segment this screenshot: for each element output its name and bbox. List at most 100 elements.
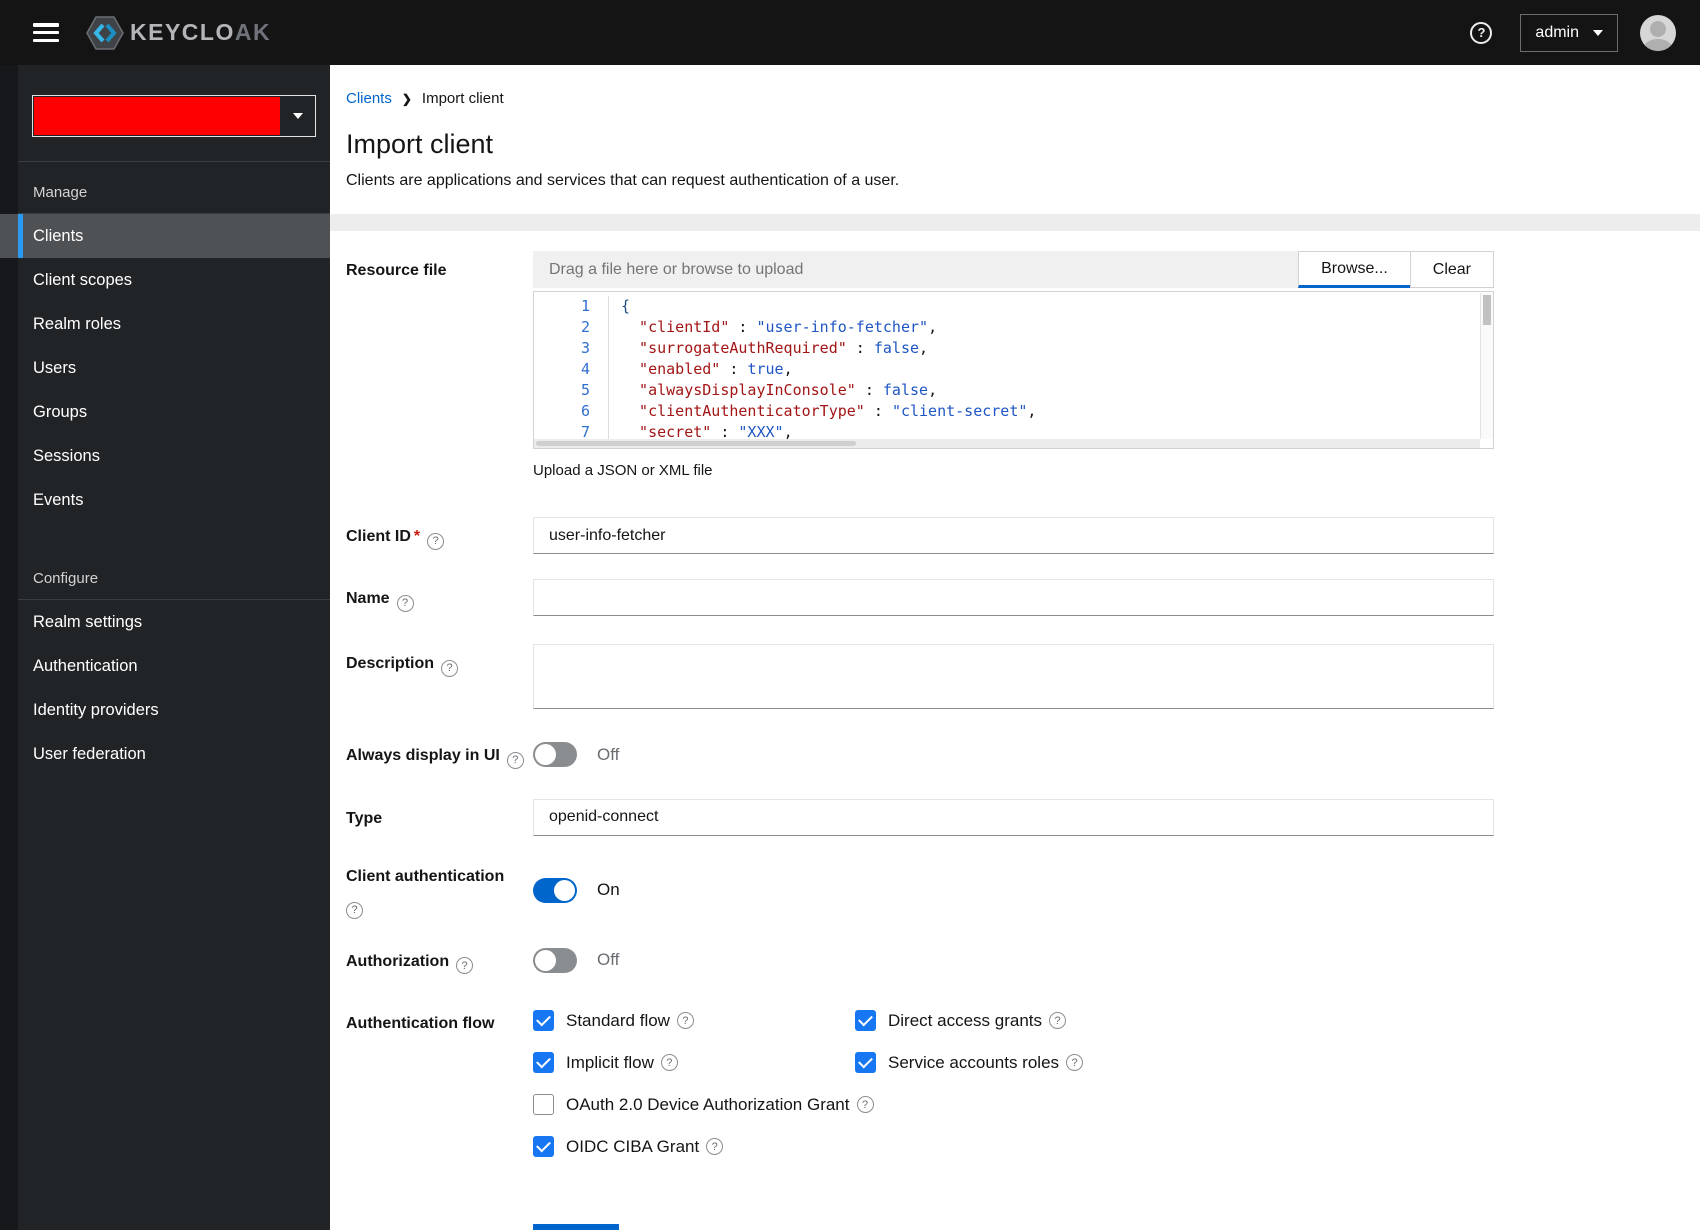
sidebar-item-authentication[interactable]: Authentication — [18, 644, 330, 688]
checkbox-label: Implicit flow — [566, 1052, 654, 1072]
sidebar-item-realm-roles[interactable]: Realm roles — [18, 302, 330, 346]
breadcrumb-clients-link[interactable]: Clients — [346, 90, 392, 107]
nav-section-title: Manage — [33, 184, 88, 201]
sidebar-item-sessions[interactable]: Sessions — [18, 434, 330, 478]
save-button[interactable]: Save — [533, 1224, 620, 1230]
chevron-down-icon — [281, 96, 315, 136]
editor-vertical-scrollbar[interactable] — [1480, 293, 1493, 439]
keycloak-hexagon-icon — [86, 15, 124, 50]
help-icon[interactable]: ? — [427, 532, 445, 550]
help-icon[interactable]: ? — [1049, 1012, 1066, 1030]
code-editor[interactable]: 1{2 "clientId" : "user-info-fetcher", 3 "… — [533, 291, 1494, 449]
file-upload-group: Browse... Clear — [533, 251, 1494, 288]
sidebar-item-identity-providers[interactable]: Identity providers — [18, 688, 330, 732]
sidebar-item-realm-settings[interactable]: Realm settings — [18, 600, 330, 644]
upload-helper-text: Upload a JSON or XML file — [533, 462, 713, 479]
help-icon[interactable]: ? — [856, 1096, 874, 1114]
checkbox-label: Direct access grants — [888, 1010, 1042, 1030]
client-auth-toggle[interactable] — [533, 877, 577, 903]
sidebar-item-user-federation[interactable]: User federation — [18, 732, 330, 776]
help-icon[interactable]: ? — [1066, 1054, 1084, 1072]
help-icon[interactable]: ? — [676, 1012, 694, 1030]
checkbox-service-accounts-roles[interactable]: Service accounts roles? — [855, 1052, 1494, 1074]
avatar[interactable] — [1640, 14, 1676, 51]
checkbox-oidc-ciba-grant[interactable]: OIDC CIBA Grant? — [533, 1136, 1494, 1158]
app-window: KEYCLOAK ? admin Manage Clients Client sco… — [0, 0, 1700, 1230]
checkbox-checked-icon[interactable] — [855, 1052, 876, 1074]
help-icon[interactable]: ? — [706, 1138, 724, 1156]
breadcrumb-current: Import client — [421, 90, 504, 107]
sidebar-item-client-scopes[interactable]: Client scopes — [18, 258, 330, 302]
section-divider — [330, 214, 1700, 231]
auth-flow-row: Authentication flow Standard flow? Direct… — [346, 1004, 1700, 1158]
brand-text: KEYCLOAK — [130, 19, 272, 45]
help-icon[interactable]: ? — [346, 901, 363, 919]
realm-name-redacted — [34, 97, 280, 135]
clear-button[interactable]: Clear — [1409, 251, 1494, 288]
sidebar-item-clients[interactable]: Clients — [0, 214, 330, 258]
user-dropdown[interactable]: admin — [1520, 13, 1618, 52]
resource-file-row: Resource file Browse... Clear 1{2 "clien… — [346, 251, 1700, 517]
client-id-row: Client ID *? — [346, 517, 1700, 554]
checkbox-implicit-flow[interactable]: Implicit flow? — [533, 1052, 855, 1074]
breadcrumb: Clients ❯ Import client — [346, 90, 1660, 107]
help-icon[interactable]: ? — [506, 751, 524, 769]
authorization-row: Authorization? Off — [346, 942, 1700, 975]
sidebar-item-groups[interactable]: Groups — [18, 390, 330, 434]
chevron-right-icon: ❯ — [401, 91, 412, 106]
nav-sections: Manage Clients Client scopes Realm roles Use… — [0, 162, 330, 776]
name-input[interactable] — [533, 579, 1494, 616]
checkbox-checked-icon[interactable] — [855, 1010, 876, 1032]
checkbox-label: Standard flow — [566, 1010, 670, 1030]
checkbox-unchecked-icon[interactable] — [533, 1094, 554, 1116]
checkbox-checked-icon[interactable] — [533, 1052, 554, 1074]
name-label: Name? — [346, 579, 533, 616]
authorization-toggle[interactable] — [533, 947, 577, 973]
checkbox-label: OIDC CIBA Grant — [566, 1136, 700, 1156]
checkbox-checked-icon[interactable] — [533, 1136, 554, 1158]
sidebar-item-users[interactable]: Users — [18, 346, 330, 390]
toggle-state-label: Off — [597, 950, 620, 970]
sidebar: Manage Clients Client scopes Realm roles Use… — [0, 65, 330, 1230]
help-icon[interactable]: ? — [396, 594, 414, 612]
type-label: Type — [346, 809, 383, 827]
checkbox-checked-icon[interactable] — [533, 1010, 554, 1032]
form-actions: Save Cancel — [533, 1224, 1700, 1230]
toggle-state-label: On — [597, 880, 620, 900]
browse-button[interactable]: Browse... — [1298, 251, 1410, 288]
nav-section-title: Configure — [33, 570, 99, 587]
required-asterisk: * — [413, 528, 421, 545]
always-display-toggle[interactable] — [533, 742, 577, 768]
line-number: 6 — [534, 401, 609, 422]
client-auth-row: Client authentication ? On — [346, 857, 1700, 919]
code-line: 4 "enabled" : true, — [534, 359, 1493, 380]
help-icon[interactable]: ? — [456, 957, 474, 975]
name-row: Name? — [346, 579, 1700, 616]
checkbox-label: OAuth 2.0 Device Authorization Grant — [566, 1094, 850, 1114]
page-header: Clients ❯ Import client Import client Cl… — [330, 65, 1700, 190]
checkbox-direct-access-grants[interactable]: Direct access grants? — [855, 1010, 1494, 1032]
sidebar-item-events[interactable]: Events — [18, 478, 330, 522]
hamburger-menu-icon[interactable] — [33, 23, 59, 42]
auth-flow-label: Authentication flow — [346, 1015, 495, 1033]
main-content: Clients ❯ Import client Import client Cl… — [330, 65, 1700, 1230]
help-icon[interactable]: ? — [441, 659, 459, 677]
help-icon[interactable]: ? — [660, 1054, 678, 1072]
line-number: 1 — [534, 296, 609, 317]
keycloak-logo: KEYCLOAK — [86, 15, 271, 51]
client-id-label: Client ID *? — [346, 517, 533, 554]
page-title: Import client — [346, 129, 494, 159]
type-input[interactable] — [533, 798, 1494, 836]
realm-selector[interactable] — [32, 95, 316, 137]
resource-file-label: Resource file — [346, 262, 447, 279]
editor-horizontal-scrollbar[interactable] — [534, 439, 1480, 448]
code-line: 6 "clientAuthenticatorType" : "client-se… — [534, 401, 1493, 422]
import-client-form: Resource file Browse... Clear 1{2 "clien… — [330, 231, 1700, 1230]
description-label: Description? — [346, 644, 533, 714]
file-upload-input[interactable] — [533, 251, 1299, 288]
checkbox-oauth-2-0-device-authorization-grant[interactable]: OAuth 2.0 Device Authorization Grant? — [533, 1094, 1494, 1116]
description-textarea[interactable] — [533, 644, 1494, 709]
checkbox-standard-flow[interactable]: Standard flow? — [533, 1010, 855, 1032]
help-icon[interactable]: ? — [1470, 21, 1493, 44]
client-id-input[interactable] — [533, 517, 1494, 554]
